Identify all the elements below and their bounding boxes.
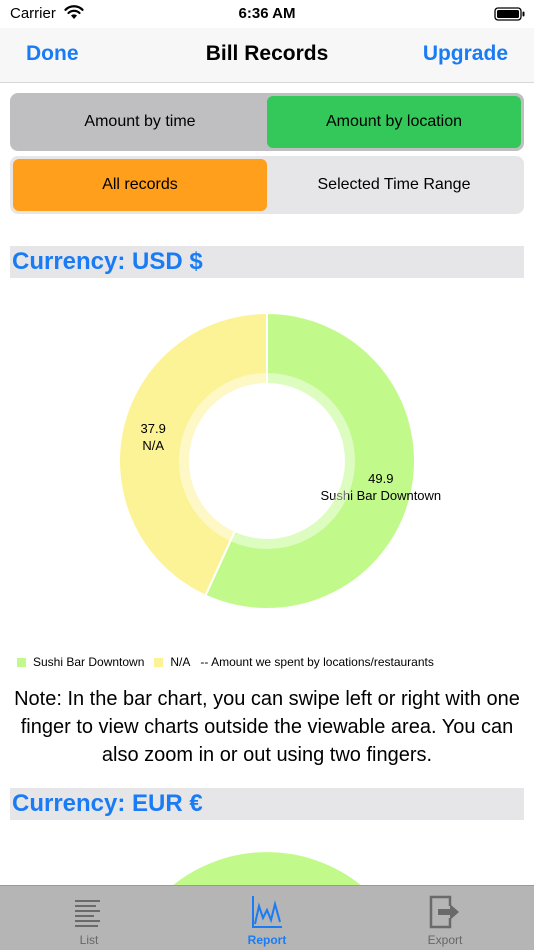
chart-hint-note: Note: In the bar chart, you can swipe le…: [14, 688, 520, 766]
tab-export[interactable]: Export: [356, 886, 534, 950]
tab-label: Export: [427, 933, 463, 947]
currency-label: Currency: USD $: [12, 248, 203, 275]
tab-list[interactable]: List: [0, 886, 178, 950]
tab-label: List: [79, 933, 99, 947]
segment-selected-time-range[interactable]: Selected Time Range: [267, 159, 521, 211]
usd-pie-chart[interactable]: 49.9Sushi Bar Downtown37.9N/A: [0, 290, 534, 640]
legend-swatch: [154, 657, 164, 667]
slice-value-label: 49.9: [368, 471, 393, 486]
battery-icon: [494, 7, 525, 21]
legend-label: N/A: [170, 655, 191, 669]
list-icon: [75, 900, 100, 927]
segment-all-records[interactable]: All records: [13, 159, 267, 211]
tab-report[interactable]: Report: [178, 886, 356, 950]
legend-label: Sushi Bar Downtown: [33, 655, 145, 669]
slice-name-label: N/A: [142, 438, 164, 453]
report-chart-icon: [252, 896, 282, 928]
donut-inner-rim: [179, 373, 355, 549]
slice-value-label: 37.9: [141, 421, 166, 436]
legend-item: N/A: [154, 655, 190, 669]
segment-amount-by-location[interactable]: Amount by location: [267, 96, 521, 148]
export-icon: [429, 895, 459, 929]
currency-label: Currency: EUR €: [12, 790, 203, 817]
currency-header-usd: Currency: USD $: [10, 246, 524, 278]
eur-pie-slice: [172, 852, 362, 886]
clock-time: 6:36 AM: [238, 5, 296, 22]
upgrade-button[interactable]: Upgrade: [423, 42, 508, 66]
tab-label: Report: [247, 933, 287, 947]
eur-pie-chart-partial[interactable]: [0, 840, 534, 886]
view-mode-segmented-control: Amount by time Amount by location: [10, 93, 524, 151]
tab-bar: List Report Export: [0, 885, 534, 950]
legend-note: -- Amount we spent by locations/restaura…: [200, 655, 434, 669]
legend-swatch: [17, 657, 26, 667]
legend-item: Sushi Bar Downtown: [17, 655, 144, 669]
time-range-segmented-control: All records Selected Time Range: [10, 156, 524, 214]
currency-header-eur: Currency: EUR €: [10, 788, 524, 820]
chart-legend: Sushi Bar Downtown N/A -- Amount we spen…: [17, 655, 434, 669]
navigation-bar: Done Bill Records Upgrade: [0, 28, 534, 83]
segment-amount-by-time[interactable]: Amount by time: [13, 96, 267, 148]
status-bar: Carrier 6:36 AM: [0, 0, 534, 28]
